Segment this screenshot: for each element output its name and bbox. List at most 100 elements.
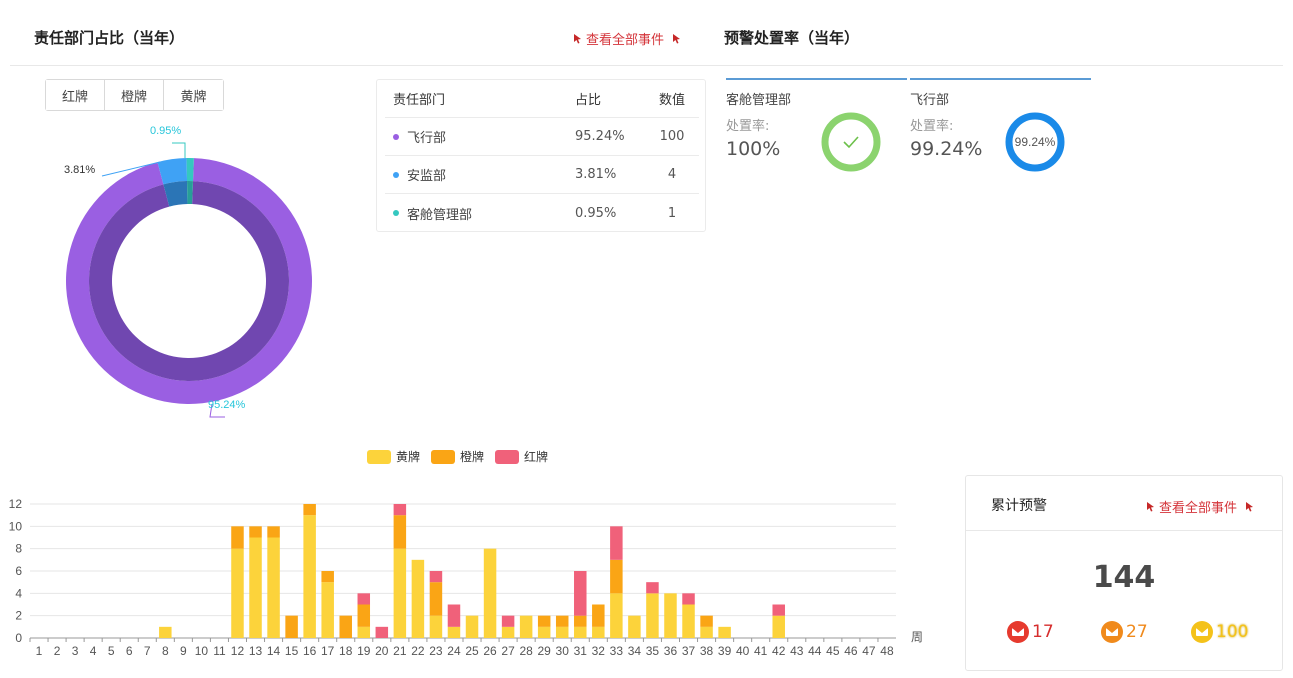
donut-slice-inner[interactable] xyxy=(88,181,289,381)
bar-segment[interactable] xyxy=(429,571,443,583)
bar-segment[interactable] xyxy=(339,615,352,638)
row-dept-cell: 安监部 xyxy=(385,165,575,184)
bar-segment[interactable] xyxy=(285,615,298,638)
bar-segment[interactable] xyxy=(411,559,425,638)
bar-segment[interactable] xyxy=(303,515,316,638)
bar-segment[interactable] xyxy=(682,604,695,639)
bar-segment[interactable] xyxy=(682,593,695,605)
bar-segment[interactable] xyxy=(555,615,569,627)
donut-slice-inner[interactable] xyxy=(187,181,193,205)
x-tick-label: 3 xyxy=(72,644,79,658)
rate-card-flight[interactable]: 飞行部 处置率: 99.24% 99.24% xyxy=(910,78,1091,188)
bar-segment[interactable] xyxy=(501,615,515,627)
bar-segment[interactable] xyxy=(267,537,280,639)
header-dept: 责任部门 xyxy=(393,93,446,108)
bar-segment[interactable] xyxy=(646,582,659,594)
orange-card-icon xyxy=(1101,621,1123,643)
bar-segment[interactable] xyxy=(159,626,172,638)
legend-dot-icon xyxy=(393,210,399,216)
bar-segment[interactable] xyxy=(592,604,605,627)
bar-segment[interactable] xyxy=(249,526,262,538)
bar-segment[interactable] xyxy=(772,604,785,616)
dept-share-title: 责任部门占比（当年） xyxy=(34,29,185,47)
bar-segment[interactable] xyxy=(501,626,515,638)
legend-dot-icon xyxy=(393,171,399,178)
dept-table: 责任部门 占比 数值 飞行部 95.24% 100 安监部 3.81% 4 客舱… xyxy=(376,79,706,232)
filter-red-button[interactable]: 红牌 xyxy=(46,80,105,110)
bar-segment[interactable] xyxy=(537,615,551,627)
bar-segment[interactable] xyxy=(772,615,785,638)
bar-segment[interactable] xyxy=(357,604,371,627)
bar-segment[interactable] xyxy=(393,504,407,516)
bar-segment[interactable] xyxy=(610,526,623,560)
bar-segment[interactable] xyxy=(628,615,641,638)
bar-segment[interactable] xyxy=(429,582,443,616)
x-tick-label: 26 xyxy=(483,644,497,658)
bar-segment[interactable] xyxy=(429,615,443,638)
bar-segment[interactable] xyxy=(574,626,587,638)
bar-segment[interactable] xyxy=(555,626,569,638)
bar-segment[interactable] xyxy=(646,593,659,638)
yellow-count-value: 100 xyxy=(1216,622,1249,642)
x-tick-label: 40 xyxy=(736,644,750,658)
weekly-bar-svg: 黄牌 橙牌 红牌0246810121 2 3 4 5 6 7 8 9 10 11 12 13 14 15 16 17… xyxy=(9,449,923,658)
bar-segment[interactable] xyxy=(592,626,605,638)
bar-segment[interactable] xyxy=(700,626,713,638)
bar-segment[interactable] xyxy=(610,559,623,594)
row-dept: 飞行部 xyxy=(407,131,447,146)
red-card-icon xyxy=(1007,621,1029,643)
table-row[interactable]: 安监部 3.81% 4 xyxy=(385,156,699,194)
bar-segment[interactable] xyxy=(610,593,623,638)
orange-count[interactable]: 27 xyxy=(1100,620,1148,644)
warn-total: 144 xyxy=(1092,560,1156,595)
x-tick-label: 24 xyxy=(447,644,461,658)
bar-segment[interactable] xyxy=(267,526,280,538)
x-tick-label: 33 xyxy=(610,644,624,658)
bar-segment[interactable] xyxy=(700,615,713,627)
bar-segment[interactable] xyxy=(321,582,334,638)
bar-segment[interactable] xyxy=(357,626,371,638)
bar-segment[interactable] xyxy=(664,593,677,638)
yellow-count[interactable]: 100 xyxy=(1190,620,1248,644)
bar-segment[interactable] xyxy=(375,626,389,638)
bar-segment[interactable] xyxy=(303,504,316,516)
bar-segment[interactable] xyxy=(231,548,244,638)
x-tick-label: 46 xyxy=(844,644,858,658)
bar-segment[interactable] xyxy=(231,526,244,549)
x-tick-label: 5 xyxy=(108,644,115,658)
x-tick-label: 41 xyxy=(754,644,768,658)
bar-segment[interactable] xyxy=(447,604,461,627)
dept-donut-svg: 95.24% 3.81% 0.95% xyxy=(64,125,312,418)
donut-slice-outer[interactable] xyxy=(186,158,194,182)
bar-segment[interactable] xyxy=(393,515,407,549)
bar-segment[interactable] xyxy=(465,615,479,638)
filter-yellow-button[interactable]: 黄牌 xyxy=(164,80,223,110)
bar-segment[interactable] xyxy=(249,537,262,639)
table-row[interactable]: 飞行部 95.24% 100 xyxy=(385,118,699,156)
donut-slice-label: 95.24% xyxy=(208,399,246,411)
legend-item[interactable]: 橙牌 xyxy=(431,449,484,464)
bar-segment[interactable] xyxy=(537,626,551,638)
red-count[interactable]: 17 xyxy=(1006,620,1054,644)
bar-segment[interactable] xyxy=(447,626,461,638)
x-tick-label: 21 xyxy=(393,644,407,658)
dept-view-all-link[interactable]: 查看全部事件 xyxy=(573,29,681,48)
bar-segment[interactable] xyxy=(574,571,587,616)
bar-segment[interactable] xyxy=(574,615,587,627)
table-row[interactable]: 客舱管理部 0.95% 1 xyxy=(385,194,699,232)
bar-segment[interactable] xyxy=(519,615,533,638)
legend-item[interactable]: 黄牌 xyxy=(367,450,420,464)
donut-leader-line xyxy=(172,142,186,158)
bar-segment[interactable] xyxy=(393,548,407,638)
legend-item[interactable]: 红牌 xyxy=(495,449,548,464)
rate-card-cabin[interactable]: 客舱管理部 处置率: 100% xyxy=(726,78,907,188)
bar-segment[interactable] xyxy=(483,548,497,638)
bar-segment[interactable] xyxy=(321,571,334,583)
x-tick-label: 6 xyxy=(126,644,133,658)
bar-segment[interactable] xyxy=(357,593,371,605)
filter-orange-button[interactable]: 橙牌 xyxy=(105,80,164,110)
rate-card-value: 99.24% xyxy=(910,138,983,160)
warn-view-all-link[interactable]: 查看全部事件 xyxy=(1146,497,1254,516)
x-tick-label: 14 xyxy=(267,644,281,658)
bar-segment[interactable] xyxy=(718,626,731,638)
